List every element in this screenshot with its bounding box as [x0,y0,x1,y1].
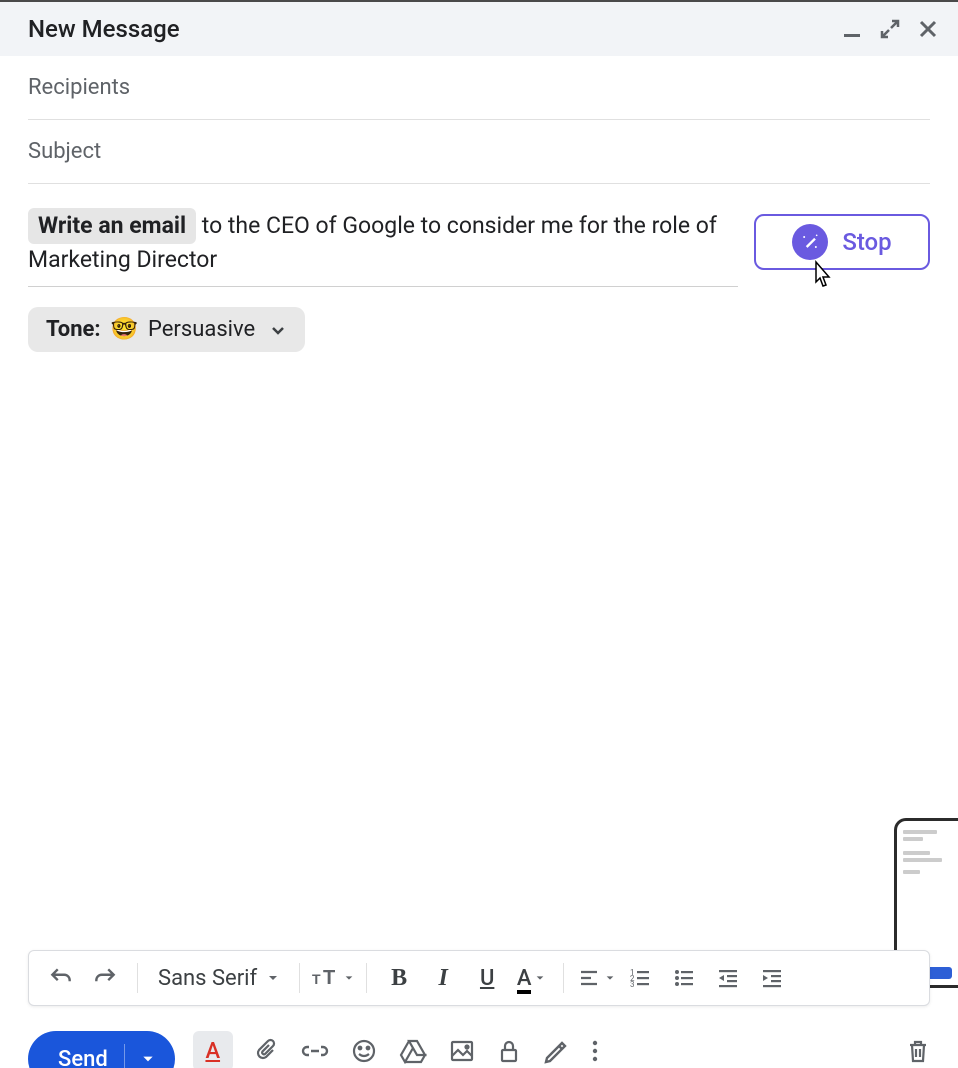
insert-image-icon[interactable] [449,1038,475,1064]
insert-signature-icon[interactable] [543,1038,569,1064]
numbered-list-button[interactable]: 1 2 3 [620,958,660,998]
confidential-mode-icon[interactable] [497,1038,521,1064]
compose-header: New Message [0,0,958,56]
font-size-button[interactable]: T T [312,958,354,998]
stop-button[interactable]: Stop [754,214,930,270]
compose-action-icons: A [193,1031,599,1068]
tone-value: Persuasive [148,317,255,342]
stop-button-label: Stop [842,228,891,256]
ai-prompt-area: Write an email to the CEO of Google to c… [0,184,958,287]
undo-button[interactable] [41,958,81,998]
indent-less-button[interactable] [708,958,748,998]
tone-emoji-icon: 🤓 [111,317,138,342]
minimize-icon[interactable] [842,19,862,39]
svg-text:T: T [312,971,321,987]
compose-fields: Recipients Subject [0,56,958,184]
ai-prompt-text: Write an email to the CEO of Google to c… [28,208,738,276]
ai-prompt-input[interactable]: Write an email to the CEO of Google to c… [28,208,738,287]
redo-button[interactable] [85,958,125,998]
ai-prompt-pill: Write an email [28,208,196,244]
insert-link-icon[interactable] [301,1039,329,1063]
action-bar: Send A [28,1014,930,1068]
discard-draft-icon[interactable] [906,1038,930,1064]
attach-file-icon[interactable] [255,1038,279,1064]
svg-text:T: T [323,967,335,989]
insert-drive-icon[interactable] [399,1038,427,1064]
subject-field[interactable]: Subject [28,120,930,184]
font-selector[interactable]: Sans Serif [150,966,287,991]
bold-button[interactable]: B [379,958,419,998]
align-button[interactable] [576,958,616,998]
text-color-glyph: A [517,966,532,991]
tone-selector[interactable]: Tone: 🤓 Persuasive [28,307,305,352]
send-button-label: Send [58,1047,108,1068]
insert-emoji-icon[interactable] [351,1038,377,1064]
text-styling-button[interactable]: A [193,1031,233,1068]
chevron-down-icon [269,321,287,339]
cursor-icon [806,260,834,290]
send-options-caret-icon[interactable] [141,1052,175,1066]
tone-row: Tone: 🤓 Persuasive [0,287,958,372]
tone-label: Tone: [46,317,101,342]
compose-title: New Message [28,15,180,43]
more-options-icon[interactable] [591,1038,599,1064]
underline-button[interactable]: U [467,958,507,998]
indent-more-button[interactable] [752,958,792,998]
italic-button[interactable]: I [423,958,463,998]
font-name: Sans Serif [158,966,257,991]
formatting-toolbar: Sans Serif T T B I U A 1 2 3 [28,950,930,1006]
send-button[interactable]: Send [28,1031,175,1068]
send-split-divider [124,1044,125,1068]
recipients-field[interactable]: Recipients [28,56,930,120]
close-icon[interactable] [918,19,938,39]
text-color-button[interactable]: A [511,958,551,998]
bulleted-list-button[interactable] [664,958,704,998]
magic-wand-icon [792,224,828,260]
expand-icon[interactable] [880,19,900,39]
svg-text:3: 3 [630,980,635,989]
window-controls [842,19,938,39]
